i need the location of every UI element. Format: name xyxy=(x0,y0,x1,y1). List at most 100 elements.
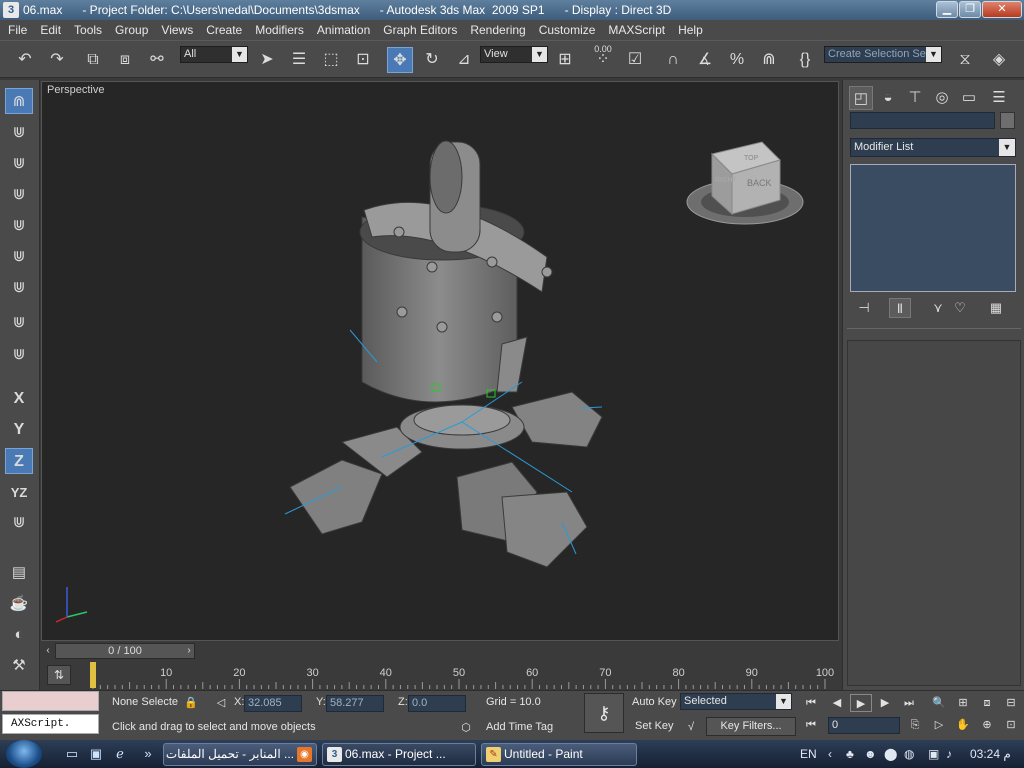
menu-tools[interactable]: Tools xyxy=(68,20,109,40)
zoom-all-icon[interactable]: ⊞ xyxy=(952,694,974,712)
select-and-scale-icon[interactable]: ⊿ xyxy=(451,47,477,73)
perspective-viewport[interactable]: Perspective TOP BACK RIGHT xyxy=(41,81,839,641)
time-slider[interactable]: 0 / 100 xyxy=(55,643,195,659)
rectangular-selection-icon[interactable]: ⬚ xyxy=(318,47,344,73)
utilities-tab-icon[interactable]: ☰ xyxy=(987,86,1011,110)
zoom-icon[interactable]: 🔍 xyxy=(928,694,950,712)
magnet-tool-icon[interactable]: ⋓ xyxy=(5,275,33,301)
viewcube-front-label[interactable]: RIGHT xyxy=(715,177,738,184)
menu-edit[interactable]: Edit xyxy=(34,20,68,40)
mirror-icon[interactable]: ⧖ xyxy=(952,47,978,73)
display-icon[interactable]: ▣ xyxy=(928,746,939,762)
task-3dsmax[interactable]: 3 06.max - Project ... xyxy=(322,743,476,766)
create-tab-icon[interactable]: ◰ xyxy=(849,86,873,110)
show-desktop-icon[interactable]: ▭ xyxy=(64,746,80,762)
motion-tab-icon[interactable]: ◎ xyxy=(930,86,954,110)
show-end-result-icon[interactable]: Ⅱ xyxy=(889,298,911,318)
object-color-swatch[interactable] xyxy=(1000,112,1015,129)
key-icon[interactable]: ⚷ xyxy=(584,693,624,733)
magnet-grid-icon[interactable]: ⋓ xyxy=(5,310,33,336)
maxscript-mini-listener[interactable]: AXScript. xyxy=(2,714,99,734)
previous-frame-icon[interactable]: ◀ xyxy=(826,694,848,712)
display-tab-icon[interactable]: ▭ xyxy=(957,86,981,110)
modify-tab-icon[interactable]: ◒ xyxy=(876,86,900,110)
axis-y-button[interactable]: Y xyxy=(5,417,33,443)
minimize-button[interactable]: ▁ xyxy=(936,1,958,18)
antivirus-icon[interactable]: ⬤ xyxy=(884,746,897,762)
robot-mesh[interactable] xyxy=(289,140,603,568)
material-sphere-icon[interactable]: ◐ xyxy=(5,622,33,648)
magnet-tool-icon[interactable]: ⋓ xyxy=(5,244,33,270)
keyboard-shortcut-override-icon[interactable]: ☑ xyxy=(622,47,648,73)
menu-group[interactable]: Group xyxy=(109,20,155,40)
magnet-tool-icon[interactable]: ⋓ xyxy=(5,151,33,177)
bind-to-space-warp-icon[interactable]: ⚯ xyxy=(144,47,170,73)
use-pivot-center-icon[interactable]: ⊞ xyxy=(552,47,578,73)
snap-magnet-icon[interactable]: ⋒ xyxy=(5,88,33,114)
menu-maxscript[interactable]: MAXScript xyxy=(602,20,672,40)
menu-file[interactable]: File xyxy=(2,20,34,40)
x-coordinate-field[interactable]: 32.085 xyxy=(244,695,302,712)
field-of-view-icon[interactable]: ▷ xyxy=(928,716,950,734)
key-filters-button[interactable]: Key Filters... xyxy=(706,717,796,736)
configure-modifier-sets-icon[interactable]: ▦ xyxy=(985,298,1007,318)
magnet-tool-icon[interactable]: ⋓ xyxy=(5,120,33,146)
named-selection-dropdown[interactable]: Create Selection Set ▼ xyxy=(824,46,942,63)
snaps-toggle-icon[interactable]: ∩ xyxy=(660,47,686,73)
viewcube-right-label[interactable]: BACK xyxy=(747,178,772,188)
align-icon[interactable]: ◈ xyxy=(986,47,1012,73)
start-button[interactable] xyxy=(6,740,42,768)
track-bar-ruler[interactable]: 0102030405060708090100 xyxy=(41,660,839,690)
network-icon[interactable]: ♣ xyxy=(846,746,854,762)
maximize-viewport-icon[interactable]: ⊡ xyxy=(1000,716,1022,734)
current-frame-marker[interactable] xyxy=(90,662,96,688)
magnet-tool-icon[interactable]: ⋓ xyxy=(5,213,33,239)
viewcube-top-label[interactable]: TOP xyxy=(744,155,759,162)
remove-modifier-icon[interactable]: ♡ xyxy=(949,298,971,318)
select-object-icon[interactable]: ➤ xyxy=(254,47,280,73)
volume-icon[interactable]: ♪ xyxy=(946,746,952,762)
menu-customize[interactable]: Customize xyxy=(533,20,603,40)
security-icon[interactable]: ◍ xyxy=(904,746,914,762)
next-frame-icon[interactable]: ▶ xyxy=(874,694,896,712)
menu-graph-editors[interactable]: Graph Editors xyxy=(377,20,464,40)
zoom-extents-all-icon[interactable]: ⊟ xyxy=(1000,694,1022,712)
play-icon[interactable]: ▶ xyxy=(850,694,872,712)
set-key-button[interactable]: Set Key xyxy=(631,718,677,737)
modifier-stack[interactable] xyxy=(850,164,1016,292)
track-view-icon[interactable]: ⇅ xyxy=(47,665,71,685)
track-bar[interactable]: 0102030405060708090100 xyxy=(41,660,839,690)
teapot-icon[interactable]: ☕ xyxy=(5,591,33,617)
angle-snap-icon[interactable]: ∡ xyxy=(692,47,718,73)
maxscript-listener-field[interactable] xyxy=(2,691,99,711)
pin-stack-icon[interactable]: ⊣ xyxy=(853,298,875,318)
magnet-tool-icon[interactable]: ⋓ xyxy=(5,182,33,208)
percent-snap-icon[interactable]: % xyxy=(724,47,750,73)
menu-rendering[interactable]: Rendering xyxy=(464,20,532,40)
menu-modifiers[interactable]: Modifiers xyxy=(249,20,311,40)
selection-filter-dropdown[interactable]: All ▼ xyxy=(180,46,248,63)
scene-canvas[interactable]: TOP BACK RIGHT xyxy=(42,82,839,641)
y-coordinate-field[interactable]: 58.277 xyxy=(326,695,384,712)
menu-views[interactable]: Views xyxy=(155,20,200,40)
undo-icon[interactable]: ↶ xyxy=(12,47,38,73)
edit-named-selection-icon[interactable]: {} xyxy=(792,47,818,73)
time-configuration-icon[interactable]: ⎘ xyxy=(904,716,926,734)
add-time-tag[interactable]: Add Time Tag xyxy=(482,719,578,738)
absolute-mode-icon[interactable]: ◁ xyxy=(210,694,232,712)
z-coordinate-field[interactable]: 0.0 xyxy=(408,695,466,712)
redo-icon[interactable]: ↷ xyxy=(44,47,70,73)
key-mode-toggle-icon[interactable]: ⏮ xyxy=(800,716,822,734)
modifier-list-dropdown[interactable]: Modifier List ▼ xyxy=(850,138,1016,157)
select-and-rotate-icon[interactable]: ↻ xyxy=(419,47,445,73)
title-bar[interactable]: 3 06.max - Project Folder: C:\Users\neda… xyxy=(0,0,1024,20)
language-indicator[interactable]: EN xyxy=(800,746,817,762)
select-and-link-icon[interactable]: ⧉ xyxy=(80,47,106,73)
utility-hammer-icon[interactable]: ⚒ xyxy=(5,653,33,679)
magnet-xy-icon[interactable]: ⋓ xyxy=(5,510,33,536)
spinner-snap-icon[interactable]: ⋒ xyxy=(756,47,782,73)
key-mode-dropdown[interactable]: Selected ▼ xyxy=(680,693,792,710)
unlink-selection-icon[interactable]: ⧈ xyxy=(112,47,138,73)
select-and-move-icon[interactable]: ✥ xyxy=(387,47,413,73)
lock-selection-icon[interactable]: 🔒 xyxy=(180,694,202,712)
